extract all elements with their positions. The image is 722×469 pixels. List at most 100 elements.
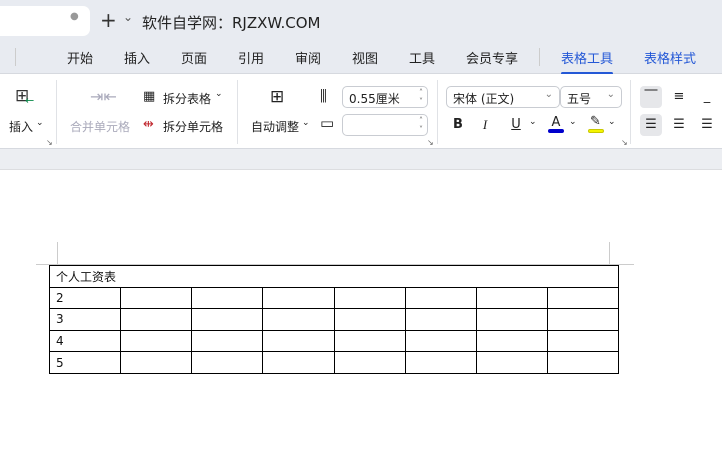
tab-insert[interactable]: 插入 [124, 48, 150, 67]
table-cell[interactable] [120, 308, 193, 331]
align-bottom-button[interactable]: _ [696, 86, 718, 108]
divider [539, 48, 540, 66]
dialog-launcher-icon[interactable]: ↘ [621, 138, 628, 147]
table-cell[interactable] [262, 286, 335, 310]
tab-view[interactable]: 视图 [352, 48, 378, 67]
table-cell[interactable] [120, 286, 193, 310]
chevron-down-icon: ⌄ [529, 117, 537, 127]
chevron-down-icon: ⌄ [215, 89, 223, 99]
document-tab[interactable]: ● [0, 6, 90, 36]
align-right-button[interactable]: ☰ [696, 114, 718, 136]
highlight-icon[interactable]: ✎ [590, 114, 601, 129]
table-cell[interactable] [333, 286, 406, 310]
divider [237, 80, 238, 144]
tab-references[interactable]: 引用 [238, 48, 264, 67]
dialog-launcher-icon[interactable]: ↘ [46, 138, 53, 147]
align-middle-button[interactable]: ≡ [668, 86, 690, 108]
spinner-icon[interactable]: ˄ ˅ [419, 88, 423, 106]
table-title-row: 个人工资表 [49, 265, 619, 288]
chevron-down-icon: ⌄ [544, 89, 553, 100]
table-row: 2 [48, 286, 620, 310]
chevron-down-icon: ⌄ [302, 118, 310, 128]
table-cell[interactable]: 3 [48, 308, 122, 331]
table-cell[interactable]: 5 [48, 351, 122, 374]
italic-button[interactable]: I [474, 114, 496, 136]
table-cell[interactable] [404, 308, 477, 331]
table-cell[interactable] [262, 308, 335, 331]
table-cell[interactable] [475, 308, 548, 331]
chevron-down-icon: ⌄ [606, 89, 615, 100]
table-cell[interactable]: 2 [48, 286, 122, 310]
table-cell[interactable] [191, 351, 264, 374]
table-cell[interactable] [120, 329, 193, 353]
tab-table-style[interactable]: 表格样式 [644, 48, 696, 67]
table-cell[interactable] [333, 329, 406, 353]
table-cell[interactable] [191, 329, 264, 353]
table-cell[interactable] [333, 351, 406, 374]
underline-button[interactable]: U [505, 114, 527, 136]
chevron-down-icon: ⌄ [36, 118, 44, 128]
table-cell[interactable] [475, 351, 548, 374]
new-tab-button[interactable]: + [100, 8, 117, 32]
tab-member[interactable]: 会员专享 [466, 48, 518, 67]
font-size-select[interactable]: 五号 ⌄ [560, 86, 622, 108]
margin-mark [57, 242, 58, 264]
tab-page[interactable]: 页面 [181, 48, 207, 67]
tab-home[interactable]: 开始 [67, 48, 93, 67]
row-height-input[interactable]: 0.55厘米 ˄ ˅ [342, 86, 428, 108]
table-cell[interactable] [191, 308, 264, 331]
table-row: 4 [48, 329, 620, 353]
table-cell[interactable] [546, 286, 620, 310]
merge-cells-icon: ⇥⇤ [90, 87, 117, 106]
table-cell[interactable] [191, 286, 264, 310]
table-cell[interactable]: 4 [48, 329, 122, 353]
align-left-button[interactable]: ☰ [640, 114, 662, 136]
row-height-icon: ⫼ [320, 87, 327, 105]
spinner-icon[interactable]: ˄ ˅ [419, 116, 423, 134]
table-cell[interactable] [475, 286, 548, 310]
tab-review[interactable]: 审阅 [295, 48, 321, 67]
font-size-value: 五号 [567, 92, 592, 106]
split-table-button[interactable]: 拆分表格 [163, 90, 211, 107]
table-cell[interactable] [404, 286, 477, 310]
unsaved-dot-icon: ● [70, 11, 79, 22]
column-width-input[interactable]: ˄ ˅ [342, 114, 428, 136]
insert-arrow-icon: ← [25, 94, 35, 107]
split-table-icon: ▦ [143, 89, 156, 104]
tab-table-tools[interactable]: 表格工具 [561, 48, 614, 75]
table-cell[interactable] [120, 351, 193, 374]
autofit-button[interactable]: 自动调整 [251, 118, 299, 135]
font-name-select[interactable]: 宋体 (正文) ⌄ [446, 86, 560, 108]
font-color-swatch [548, 129, 564, 133]
split-cells-button[interactable]: 拆分单元格 [163, 118, 223, 135]
table-cell[interactable] [333, 308, 406, 331]
align-center-button[interactable]: ☰ [668, 114, 690, 136]
table-cell[interactable] [404, 329, 477, 353]
chevron-down-icon: ⌄ [608, 117, 616, 127]
divider [437, 80, 438, 144]
table-cell[interactable] [546, 351, 620, 374]
align-top-button[interactable]: ⎺ [640, 86, 662, 108]
table-cell[interactable] [475, 329, 548, 353]
tab-tools[interactable]: 工具 [409, 48, 435, 67]
table-cell[interactable] [546, 308, 620, 331]
insert-button[interactable]: 插入 [9, 118, 33, 135]
chevron-down-icon: ⌄ [569, 117, 577, 127]
table-title-cell[interactable]: 个人工资表 [49, 265, 619, 288]
ruler-band [0, 149, 722, 170]
row-height-value: 0.55厘米 [349, 92, 400, 106]
salary-table[interactable]: 个人工资表 2 3 4 5 [48, 265, 620, 374]
tab-dropdown-icon[interactable]: ⌄ [123, 10, 133, 24]
autofit-icon: ⊞ [270, 87, 285, 107]
table-cell[interactable] [404, 351, 477, 374]
dialog-launcher-icon[interactable]: ↘ [427, 138, 434, 147]
margin-mark [609, 242, 610, 264]
table-cell[interactable] [546, 329, 620, 353]
table-cell[interactable] [262, 351, 335, 374]
table-cell[interactable] [262, 329, 335, 353]
divider [56, 80, 57, 144]
merge-cells-button[interactable]: 合并单元格 [70, 118, 130, 135]
divider [15, 48, 16, 66]
column-width-icon: ▭ [320, 114, 335, 132]
bold-button[interactable]: B [447, 114, 469, 136]
